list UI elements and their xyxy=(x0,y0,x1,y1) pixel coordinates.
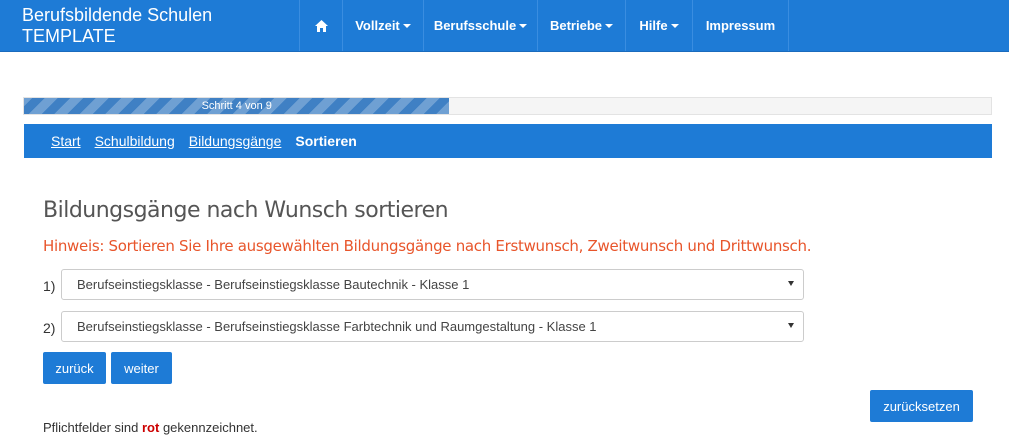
nav-hilfe-label: Hilfe xyxy=(639,18,668,33)
select-2-label: 2) xyxy=(43,320,56,336)
nav-betriebe[interactable]: Betriebe xyxy=(538,0,626,51)
progress-label: Schritt 4 von 9 xyxy=(201,100,272,112)
chevron-down-icon xyxy=(788,323,794,328)
nav-impressum[interactable]: Impressum xyxy=(693,0,789,51)
reset-button[interactable]: zurücksetzen xyxy=(870,390,973,422)
breadcrumb-schulbildung[interactable]: Schulbildung xyxy=(95,133,175,149)
chevron-down-icon xyxy=(788,281,794,286)
hint-text: Hinweis: Sortieren Sie Ihre ausgewählten… xyxy=(43,237,812,255)
back-button[interactable]: zurück xyxy=(43,352,106,384)
home-icon xyxy=(314,19,328,32)
nav-berufsschule[interactable]: Berufsschule xyxy=(424,0,538,51)
breadcrumb: Start Schulbildung Bildungsgänge Sortier… xyxy=(24,124,992,158)
chevron-down-icon xyxy=(670,23,679,28)
breadcrumb-sortieren: Sortieren xyxy=(295,133,357,149)
second-choice-select[interactable]: Berufseinstiegsklasse - Berufseinstiegsk… xyxy=(61,311,804,342)
nav-berufsschule-label: Berufsschule xyxy=(433,18,517,33)
note-prefix: Pflichtfelder sind xyxy=(43,420,142,435)
chevron-down-icon xyxy=(519,23,528,28)
nav-vollzeit-label: Vollzeit xyxy=(355,18,400,33)
chevron-down-icon xyxy=(402,23,411,28)
note-suffix: gekennzeichnet. xyxy=(159,420,258,435)
breadcrumb-bildungsgaenge[interactable]: Bildungsgänge xyxy=(189,133,282,149)
brand-title[interactable]: Berufsbildende Schulen TEMPLATE xyxy=(0,0,300,51)
chevron-down-icon xyxy=(605,23,614,28)
next-button[interactable]: weiter xyxy=(111,352,172,384)
nav-betriebe-label: Betriebe xyxy=(549,18,603,33)
progress-bar: Schritt 4 von 9 xyxy=(23,97,992,115)
nav-impressum-label: Impressum xyxy=(705,18,776,33)
first-choice-select[interactable]: Berufseinstiegsklasse - Berufseinstiegsk… xyxy=(61,269,804,300)
top-navbar: Berufsbildende Schulen TEMPLATE Vollzeit… xyxy=(0,0,1009,52)
second-choice-value: Berufseinstiegsklasse - Berufseinstiegsk… xyxy=(77,319,597,334)
select-1-label: 1) xyxy=(43,278,56,294)
required-fields-note: Pflichtfelder sind rot gekennzeichnet. xyxy=(43,420,258,435)
progress-fill: Schritt 4 von 9 xyxy=(24,98,450,114)
nav-vollzeit[interactable]: Vollzeit xyxy=(343,0,424,51)
page-title: Bildungsgänge nach Wunsch sortieren xyxy=(43,198,449,223)
breadcrumb-start[interactable]: Start xyxy=(51,133,81,149)
first-choice-value: Berufseinstiegsklasse - Berufseinstiegsk… xyxy=(77,277,470,292)
note-red-word: rot xyxy=(142,420,160,435)
nav-home[interactable] xyxy=(300,0,343,51)
nav-hilfe[interactable]: Hilfe xyxy=(626,0,693,51)
